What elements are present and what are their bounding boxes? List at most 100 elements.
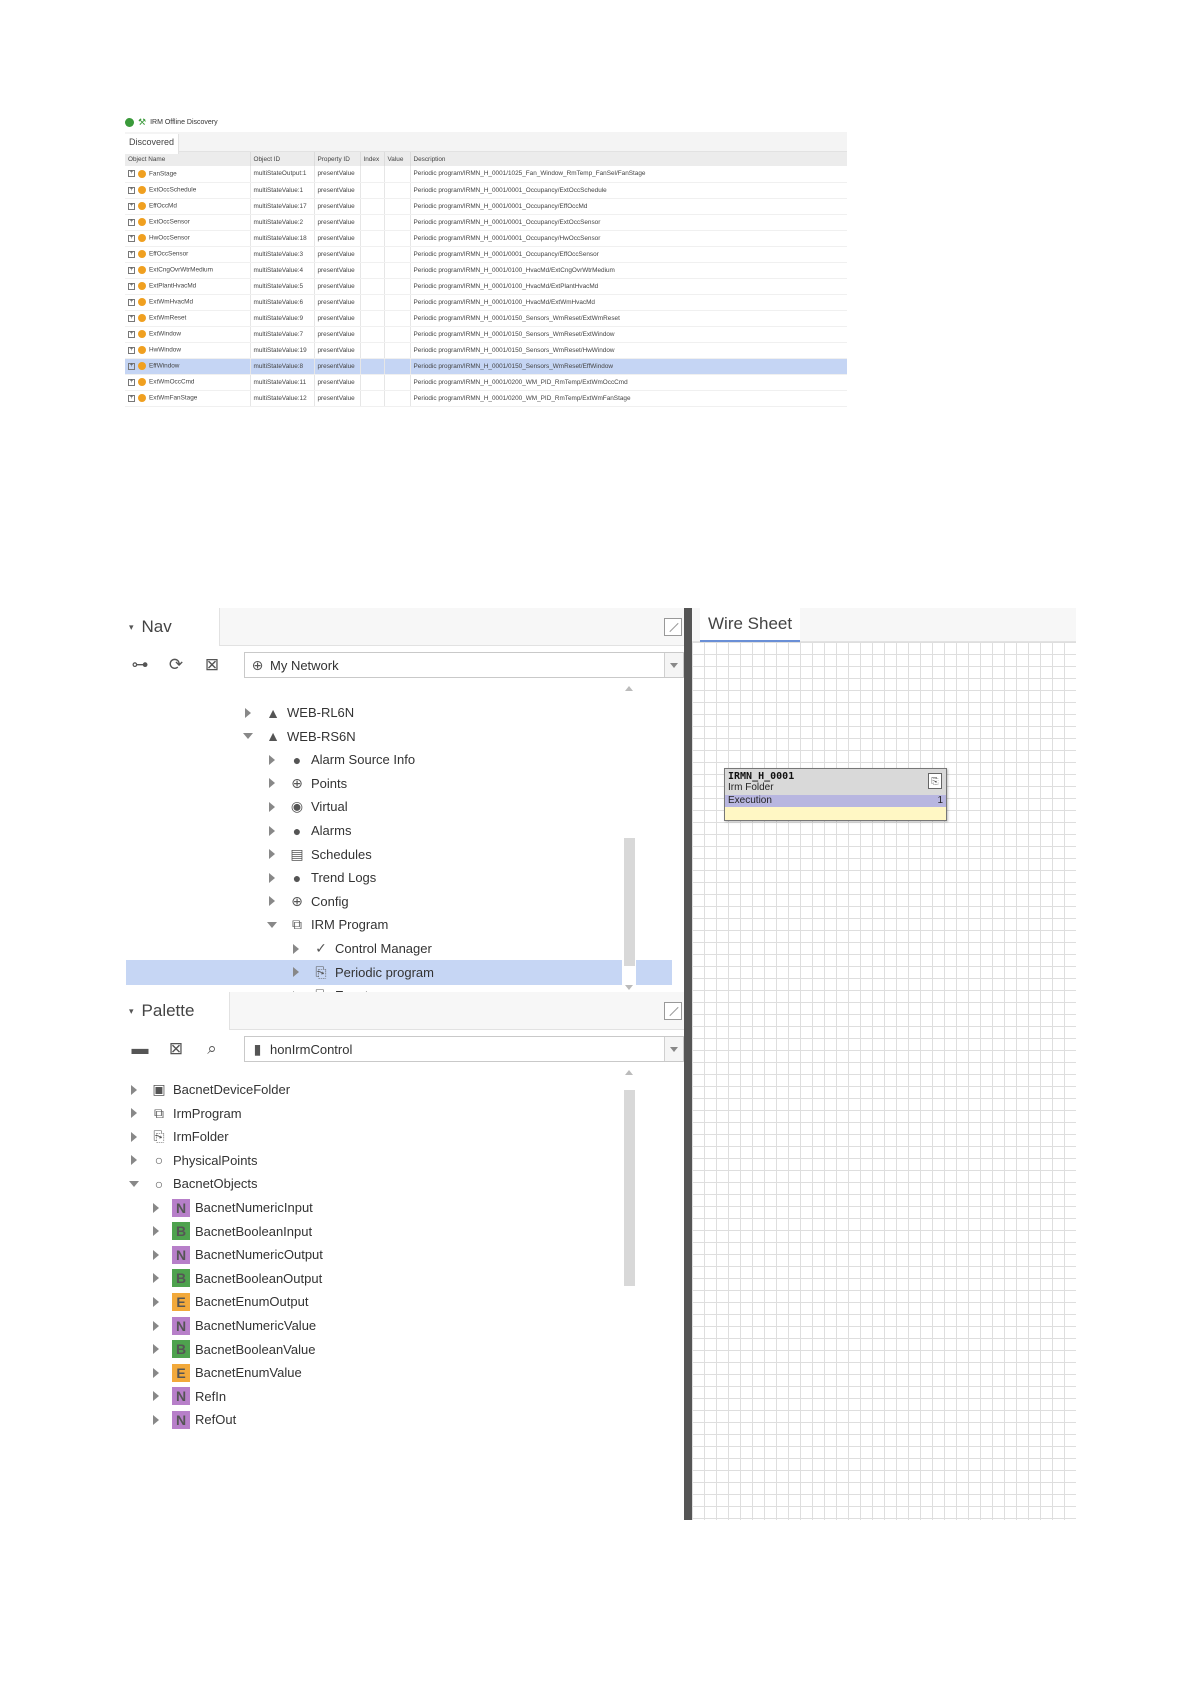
column-header-property-id[interactable]: Property ID	[314, 152, 361, 166]
table-row[interactable]: + EffWindow multiStateValue:8 presentValue P…	[125, 358, 847, 375]
cell-object-name[interactable]: + ExtWindow	[125, 326, 251, 343]
cell-object-name[interactable]: + EffWindow	[125, 358, 251, 375]
cell-object-name[interactable]: + FanStage	[125, 166, 251, 183]
tree-item[interactable]: ● Alarms	[126, 818, 672, 843]
cell-object-name[interactable]: + ExtOccSensor	[125, 214, 251, 231]
expand-arrow-icon[interactable]	[266, 848, 278, 860]
maximize-icon[interactable]	[664, 618, 682, 636]
expand-icon[interactable]: +	[128, 202, 135, 210]
expand-icon[interactable]: +	[128, 314, 135, 322]
tree-item[interactable]: ⊕ Config	[126, 889, 672, 914]
tree-item[interactable]: ⊕ Points	[126, 771, 672, 796]
maximize-icon[interactable]	[664, 1002, 682, 1020]
expand-icon[interactable]: +	[128, 282, 135, 290]
expand-arrow-icon[interactable]	[266, 825, 278, 837]
cell-object-name[interactable]: + EffOccMd	[125, 198, 251, 215]
expand-arrow-icon[interactable]	[150, 1272, 162, 1284]
table-row[interactable]: + EffOccMd multiStateValue:17 presentValue P…	[125, 198, 847, 215]
collapse-arrow-icon[interactable]	[242, 730, 254, 742]
table-row[interactable]: + HwOccSensor multiStateValue:18 presentVal…	[125, 230, 847, 247]
table-row[interactable]: + HwWindow multiStateValue:19 presentValue P…	[125, 342, 847, 359]
column-header-value[interactable]: Value	[384, 152, 411, 166]
table-row[interactable]: + ExtWmFanStage multiStateValue:12 presentV…	[125, 390, 847, 407]
tree-item[interactable]: ▤ Schedules	[126, 842, 672, 867]
scroll-up-icon[interactable]	[625, 1070, 633, 1075]
tree-item[interactable]: ▣ BacnetDeviceFolder	[126, 1077, 672, 1102]
tree-item[interactable]: ◉ Virtual	[126, 794, 672, 819]
tree-item[interactable]: N RefIn	[126, 1384, 672, 1409]
tree-item[interactable]: B BacnetBooleanValue	[126, 1337, 672, 1362]
expand-icon[interactable]: +	[128, 186, 135, 194]
expand-arrow-icon[interactable]	[266, 895, 278, 907]
refresh-icon[interactable]: ⟳	[166, 655, 186, 675]
tree-item[interactable]: E BacnetEnumOutput	[126, 1289, 672, 1314]
column-header-description[interactable]: Description	[410, 152, 847, 166]
table-row[interactable]: + ExtOccSchedule multiStateValue:1 presentV…	[125, 182, 847, 199]
tree-item[interactable]: B BacnetBooleanOutput	[126, 1266, 672, 1291]
table-row[interactable]: + EffOccSensor multiStateValue:3 presentVal…	[125, 246, 847, 263]
panel-divider[interactable]	[684, 608, 692, 1520]
dropdown-arrow-icon[interactable]	[664, 1037, 683, 1061]
tree-item[interactable]: ✓ Control Manager	[126, 936, 672, 961]
cell-object-name[interactable]: + ExtWmReset	[125, 310, 251, 327]
nav-tab[interactable]: ▾ Nav	[126, 608, 220, 646]
table-row[interactable]: + ExtCngOvrWtrMedium multiStateValue:4 pres…	[125, 262, 847, 279]
tree-item[interactable]: B BacnetBooleanInput	[126, 1219, 672, 1244]
collapse-caret-icon[interactable]: ▾	[129, 622, 134, 633]
cell-object-name[interactable]: + HwOccSensor	[125, 230, 251, 247]
cell-object-name[interactable]: + HwWindow	[125, 342, 251, 359]
tree-item[interactable]: ▲ WEB-RS6N	[126, 724, 672, 749]
table-row[interactable]: + ExtWmHvacMd multiStateValue:6 presentValu…	[125, 294, 847, 311]
nav-network-select[interactable]: ⊕ My Network	[244, 652, 684, 678]
expand-arrow-icon[interactable]	[150, 1296, 162, 1308]
column-header-index[interactable]: Index	[360, 152, 385, 166]
tab-wire-sheet[interactable]: Wire Sheet	[700, 608, 801, 642]
expand-arrow-icon[interactable]	[150, 1249, 162, 1261]
expand-arrow-icon[interactable]	[290, 966, 302, 978]
column-header-object-id[interactable]: Object ID	[250, 152, 315, 166]
expand-icon[interactable]: +	[128, 298, 135, 306]
tree-item[interactable]: ○ BacnetObjects	[126, 1171, 672, 1196]
table-row[interactable]: + FanStage multiStateOutput:1 presentValue P…	[125, 166, 847, 183]
search-palette-icon[interactable]: ⌕	[202, 1039, 222, 1059]
expand-arrow-icon[interactable]	[266, 754, 278, 766]
irm-folder-node[interactable]: IRMN_H_0001 Irm Folder ⎘ Execution 1	[724, 768, 947, 821]
cell-object-name[interactable]: + ExtWmOccCmd	[125, 374, 251, 391]
scroll-up-icon[interactable]	[625, 686, 633, 691]
table-row[interactable]: + ExtWindow multiStateValue:7 presentValue P…	[125, 326, 847, 343]
tree-item[interactable]: N BacnetNumericInput	[126, 1195, 672, 1220]
expand-arrow-icon[interactable]	[150, 1367, 162, 1379]
tree-item[interactable]: N RefOut	[126, 1407, 672, 1432]
expand-icon[interactable]: +	[128, 170, 135, 178]
expand-arrow-icon[interactable]	[150, 1202, 162, 1214]
expand-arrow-icon[interactable]	[242, 707, 254, 719]
expand-icon[interactable]: +	[128, 346, 135, 354]
tree-item[interactable]: N BacnetNumericOutput	[126, 1242, 672, 1267]
expand-arrow-icon[interactable]	[266, 801, 278, 813]
collapse-arrow-icon[interactable]	[128, 1178, 140, 1190]
table-row[interactable]: + ExtWmOccCmd multiStateValue:11 presentVal…	[125, 374, 847, 391]
expand-arrow-icon[interactable]	[128, 1154, 140, 1166]
column-header-object-name[interactable]: Object Name	[125, 152, 251, 166]
cell-object-name[interactable]: + ExtOccSchedule	[125, 182, 251, 199]
expand-icon[interactable]: +	[128, 250, 135, 258]
node-slot-execution[interactable]: Execution 1	[725, 795, 946, 807]
tree-item[interactable]: ● Trend Logs	[126, 865, 672, 890]
expand-arrow-icon[interactable]	[150, 1414, 162, 1426]
expand-icon[interactable]: +	[128, 378, 135, 386]
expand-icon[interactable]: +	[128, 330, 135, 338]
scroll-down-icon[interactable]	[625, 985, 633, 990]
tree-item[interactable]: ⎘Event program	[126, 983, 672, 992]
tree-item[interactable]: ○ PhysicalPoints	[126, 1148, 672, 1173]
tree-item[interactable]: N BacnetNumericValue	[126, 1313, 672, 1338]
close-box-icon[interactable]: ⊠	[166, 1039, 186, 1059]
collapse-arrow-icon[interactable]	[266, 919, 278, 931]
cell-object-name[interactable]: + ExtWmHvacMd	[125, 294, 251, 311]
expand-arrow-icon[interactable]	[128, 1131, 140, 1143]
cell-object-name[interactable]: + ExtPlantHvacMd	[125, 278, 251, 295]
expand-arrow-icon[interactable]	[266, 872, 278, 884]
dropdown-arrow-icon[interactable]	[664, 653, 683, 677]
cell-object-name[interactable]: + ExtCngOvrWtrMedium	[125, 262, 251, 279]
palette-tab[interactable]: ▾ Palette	[126, 992, 230, 1030]
tree-item[interactable]: ▲ WEB-RL6N	[126, 700, 672, 725]
